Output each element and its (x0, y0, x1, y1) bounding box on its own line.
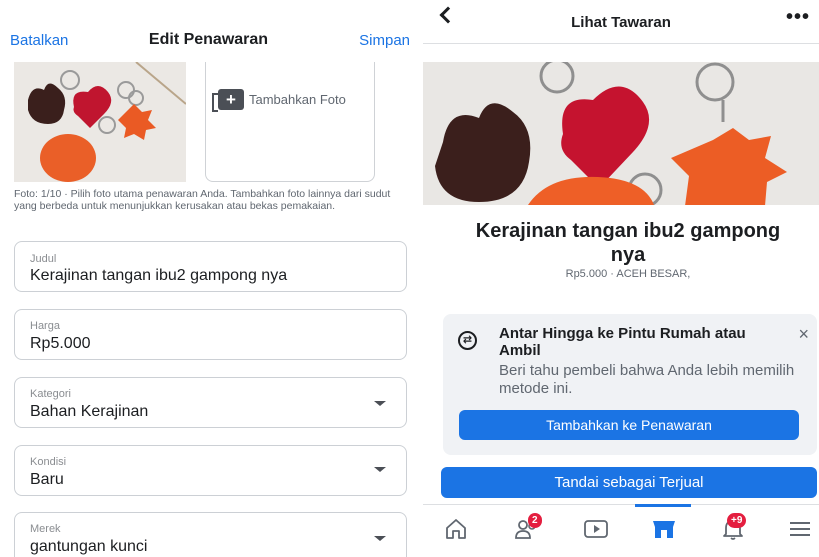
category-field-value: Bahan Kerajinan (30, 403, 149, 420)
marketplace-store-icon (653, 521, 675, 538)
keychain-photo (14, 62, 186, 182)
bottom-tab-bar: 2 +9 (423, 504, 819, 557)
tab-home[interactable] (436, 513, 476, 549)
delivery-exchange-icon: ⇄ (458, 331, 477, 350)
add-photo-label: Tambahkan Foto (249, 92, 346, 107)
listing-photo-thumbnail[interactable] (14, 62, 186, 182)
close-icon[interactable]: × (798, 324, 809, 345)
mark-as-sold-button[interactable]: Tandai sebagai Terjual (441, 467, 817, 498)
condition-field-value: Baru (30, 471, 64, 488)
brand-select[interactable]: Merek gantungan kunci (14, 512, 407, 557)
price-field-label: Harga (30, 320, 60, 332)
price-field-value[interactable]: Rp5.000 (30, 335, 91, 353)
friends-badge: 2 (528, 513, 542, 528)
price-field[interactable]: Harga Rp5.000 (14, 309, 407, 360)
home-icon (446, 519, 466, 539)
title-field-value[interactable]: Kerajinan tangan ibu2 gampong nya (30, 267, 287, 285)
more-options-icon[interactable]: ••• (786, 7, 810, 27)
title-field[interactable]: Judul Kerajinan tangan ibu2 gampong nya (14, 241, 407, 292)
video-play-icon (584, 520, 608, 538)
photo-hint: Foto: 1/10 · Pilih foto utama penawaran … (14, 188, 391, 212)
hamburger-menu-icon (790, 522, 810, 536)
tab-marketplace[interactable] (635, 504, 691, 549)
delivery-promo-card: ⇄ Antar Hingga ke Pintu Rumah atau Ambil… (443, 314, 817, 455)
listing-photo-banner[interactable] (423, 62, 819, 205)
tab-menu[interactable] (780, 513, 819, 549)
dropdown-caret-icon (374, 401, 386, 406)
add-photo-icon: + (212, 89, 244, 112)
view-header: Lihat Tawaran ••• (423, 0, 819, 44)
edit-listing-screen: Batalkan Edit Penawaran Simpan + Tambahk… (0, 0, 417, 557)
condition-field-label: Kondisi (30, 456, 67, 468)
page-title: Edit Penawaran (148, 31, 269, 48)
add-photo-button[interactable]: + Tambahkan Foto (205, 62, 375, 182)
brand-field-label: Merek (30, 523, 61, 535)
brand-field-value: gantungan kunci (30, 538, 148, 555)
dropdown-caret-icon (374, 536, 386, 541)
tab-notifications[interactable]: +9 (713, 513, 753, 549)
tab-watch[interactable] (575, 513, 615, 549)
category-select[interactable]: Kategori Bahan Kerajinan (14, 377, 407, 428)
product-price-location: Rp5.000 · ACEH BESAR, (565, 268, 691, 280)
delivery-card-title: Antar Hingga ke Pintu Rumah atau Ambil (499, 325, 746, 359)
page-title: Lihat Tawaran (571, 14, 671, 31)
tab-friends[interactable]: 2 (506, 513, 546, 549)
condition-select[interactable]: Kondisi Baru (14, 445, 407, 496)
title-field-label: Judul (30, 253, 57, 265)
notifications-badge: +9 (727, 513, 747, 528)
save-button[interactable]: Simpan (359, 32, 410, 49)
view-listing-screen: Lihat Tawaran ••• Kerajinan tangan ibu2 … (423, 0, 819, 557)
product-title: Kerajinan tangan ibu2 gampong nya (475, 220, 781, 266)
add-to-listing-button[interactable]: Tambahkan ke Penawaran (459, 410, 799, 440)
edit-header: Batalkan Edit Penawaran Simpan (0, 0, 417, 60)
delivery-card-description: Beri tahu pembeli bahwa Anda lebih memil… (499, 362, 795, 397)
category-field-label: Kategori (30, 388, 71, 400)
keychain-photo (423, 62, 819, 205)
dropdown-caret-icon (374, 467, 386, 472)
